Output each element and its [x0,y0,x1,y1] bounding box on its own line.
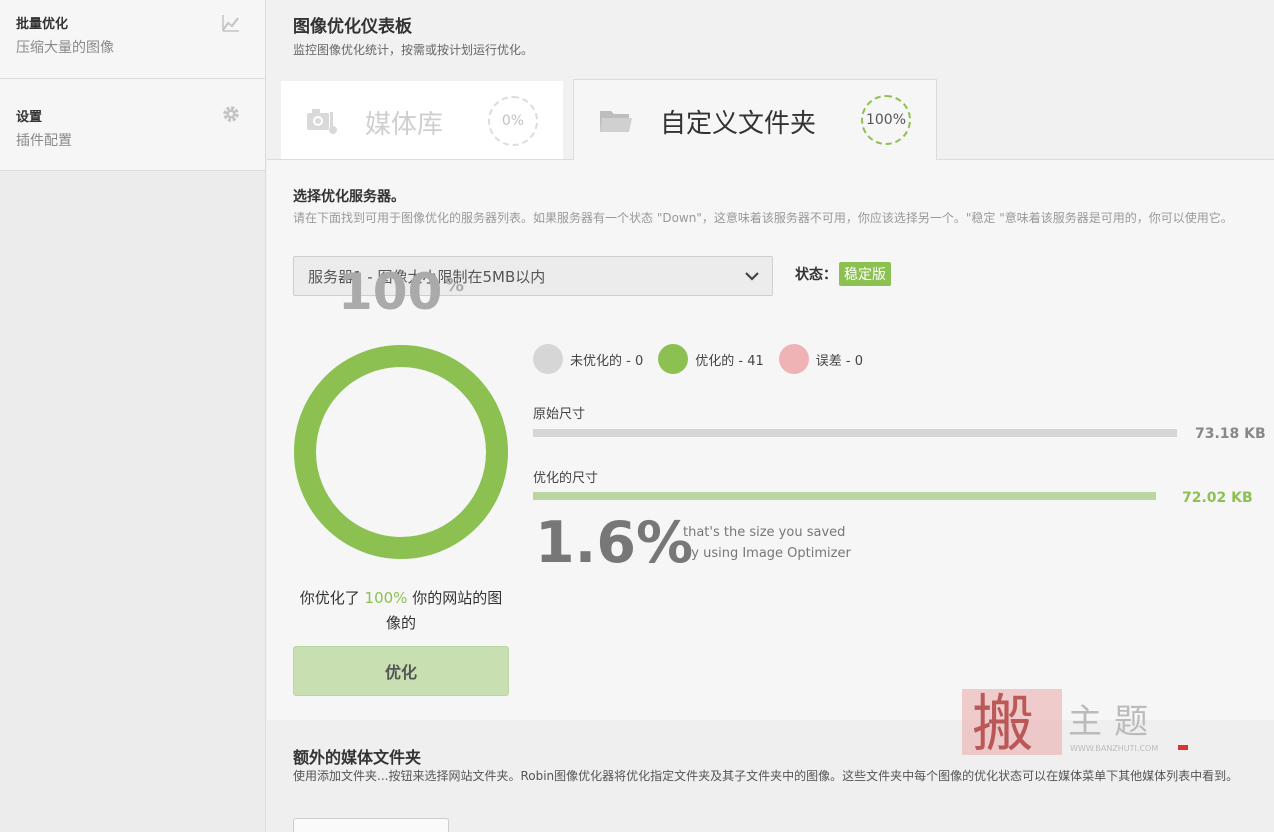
page-header: 图像优化仪表板 监控图像优化统计，按需或按计划运行优化。 [267,0,1274,80]
sidebar-item-bulk-optimize[interactable]: 批量优化 压缩大量的图像 [0,0,265,79]
tab-custom-folder[interactable]: 自定义文件夹 100% [573,79,937,161]
legend-item-unoptimized: 未优化的 - 0 [533,344,643,374]
tab-label: 媒体库 [365,110,444,140]
legend-dot [658,344,689,374]
site-watermark-logo: 搬 主题 WWW.BANZHUTI.COM [962,687,1188,757]
legend-label: 优化的 - 41 [695,353,764,369]
optimized-size-value: 72.02 KB [1182,490,1253,506]
folder-icon [600,111,632,132]
sidebar-item-subtitle: 压缩大量的图像 [16,40,114,56]
optimized-percent-value: 100 [338,263,443,321]
original-size-label: 原始尺寸 [533,407,586,422]
saved-note-line: that's the size you saved [683,525,846,540]
optimized-size-bar [533,492,1157,500]
legend-dot [533,344,563,374]
sidebar-item-title: 设置 [16,110,43,125]
original-size-bar [533,429,1177,437]
tab-progress-ring: 0% [488,96,538,146]
saved-percent: 1.6% [535,510,694,576]
server-section-title: 选择优化服务器。 [293,189,405,205]
status-label: 状态： [795,267,837,283]
optimized-percent-unit: % [445,274,465,296]
tab-progress-ring: 100% [861,95,911,145]
camera-icon [307,109,337,134]
server-section-description: 请在下面找到可用于图像优化的服务器列表。如果服务器有一个状态 "Down"，这意… [293,211,1233,225]
tab-label: 自定义文件夹 [660,109,817,139]
legend-label: 未优化的 - 0 [570,353,644,369]
legend-item-error: 误差 - 0 [778,344,863,374]
gear-icon [223,106,239,122]
chart-icon [222,15,239,32]
progress-donut [294,345,508,559]
original-size-value: 73.18 KB [1195,426,1266,442]
progress-donut-arc [294,345,508,559]
status-badge: 稳定版 [839,262,891,286]
sidebar-item-subtitle: 插件配置 [16,133,72,149]
optimize-button[interactable]: 优化 [293,646,509,696]
summary-text-before: 你优化了 [299,589,365,607]
legend-dot [778,344,809,374]
sidebar: 批量优化 压缩大量的图像 设置 插件配置 [0,0,266,832]
saved-note-line: by using Image Optimizer [683,546,851,561]
watermark-text: 主题 [1068,702,1160,742]
add-folder-button[interactable] [293,818,449,832]
page-description: 监控图像优化统计，按需或按计划运行优化。 [293,43,534,57]
optimization-panel: 选择优化服务器。 请在下面找到可用于图像优化的服务器列表。如果服务器有一个状态 … [267,160,1274,720]
optimized-summary: 你优化了 100% 你的网站的图像的 [293,586,509,636]
sidebar-item-settings[interactable]: 设置 插件配置 [0,79,265,171]
legend: 未优化的 - 0 优化的 - 41 误差 - 0 [533,344,878,374]
summary-text-highlight: 100% [364,589,408,607]
extra-folders-description: 使用添加文件夹...按钮来选择网站文件夹。Robin图像优化器将优化指定文件夹及… [293,769,1239,783]
page-title: 图像优化仪表板 [293,17,412,37]
optimized-size-label: 优化的尺寸 [533,471,599,486]
tab-bar: 媒体库 0% 自定义文件夹 100% [267,79,1274,161]
saved-note: that's the size you saved by using Image… [683,522,851,564]
sidebar-item-title: 批量优化 [16,17,69,32]
svg-text:搬: 搬 [972,687,1034,757]
legend-item-optimized: 优化的 - 41 [658,344,764,374]
legend-label: 误差 - 0 [815,353,863,369]
chevron-down-icon [745,272,759,281]
tab-media-library[interactable]: 媒体库 0% [281,81,563,159]
watermark-url: WWW.BANZHUTI.COM [1070,744,1158,753]
